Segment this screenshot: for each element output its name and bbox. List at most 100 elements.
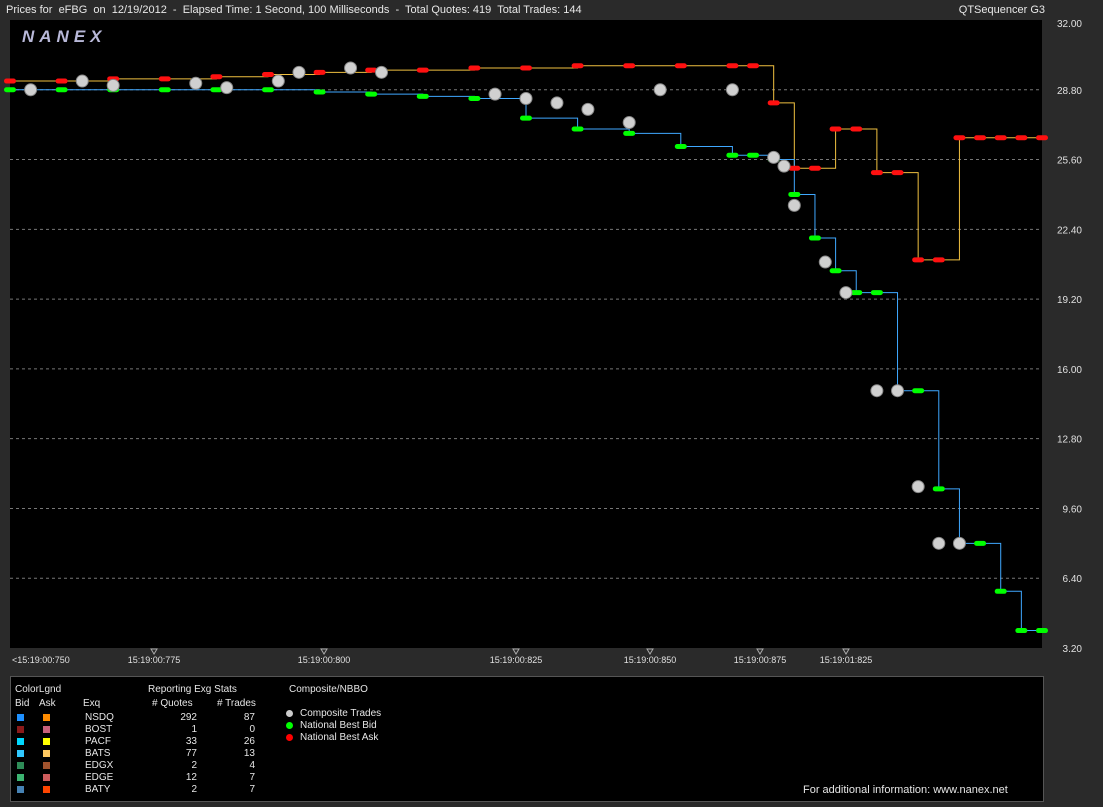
composite-title: Composite/NBBO xyxy=(289,684,368,695)
trade-point xyxy=(189,76,203,90)
footer-link[interactable]: For additional information: www.nanex.ne… xyxy=(803,784,1008,796)
bid-point xyxy=(1015,628,1028,634)
trade-point xyxy=(519,92,533,105)
exchange-trades: 7 xyxy=(249,784,255,795)
exchange-trades: 26 xyxy=(243,736,255,747)
ask-color-swatch xyxy=(43,786,50,793)
trade-point xyxy=(220,81,234,95)
exchange-quotes: 77 xyxy=(185,748,197,759)
color-legend-title: ColorLgnd xyxy=(15,684,62,695)
x-tick-marker xyxy=(756,648,764,655)
exchange-name: EDGE xyxy=(85,772,114,783)
bid-point xyxy=(726,152,739,158)
y-tick-label: 19.20 xyxy=(1057,295,1082,306)
bid-point xyxy=(571,126,584,132)
bid-point xyxy=(55,87,68,93)
composite-legend-label: National Best Ask xyxy=(300,732,379,743)
ask-point xyxy=(1036,135,1048,141)
ask-color-swatch xyxy=(43,738,50,745)
x-tick-label: 15:19:00:875 xyxy=(734,655,787,665)
trade-point xyxy=(344,61,358,75)
composite-legend-label: National Best Bid xyxy=(300,720,377,731)
x-tick-marker xyxy=(150,648,158,655)
x-tick-label: 15:19:00:800 xyxy=(298,655,351,665)
trade-point xyxy=(839,286,853,300)
bid-point xyxy=(747,152,760,158)
trade-point xyxy=(550,96,564,110)
y-tick-label: 22.40 xyxy=(1057,225,1082,236)
nanex-logo: NANEX xyxy=(22,27,107,46)
trades-column-header: # Trades xyxy=(217,698,256,709)
bid-column-header: Bid xyxy=(15,698,30,709)
x-tick-marker xyxy=(842,648,850,655)
ask-point xyxy=(210,74,223,80)
trade-point xyxy=(787,198,801,212)
ask-point xyxy=(974,135,987,141)
ask-point xyxy=(953,135,966,141)
bid-color-swatch xyxy=(17,726,24,733)
ask-color-swatch xyxy=(43,774,50,781)
exchange-trades: 87 xyxy=(243,712,255,723)
ask-point xyxy=(571,63,584,69)
bid-point xyxy=(932,486,945,492)
ask-point xyxy=(850,126,863,132)
exchange-trades: 0 xyxy=(249,724,255,735)
composite-legend-marker xyxy=(286,722,293,729)
trade-point xyxy=(911,480,925,494)
exchange-quotes: 2 xyxy=(191,760,197,771)
trade-point xyxy=(375,65,389,79)
x-tick-label: 15:19:01:825 xyxy=(820,655,873,665)
bid-color-swatch xyxy=(17,750,24,757)
ask-point xyxy=(932,257,945,263)
y-tick-label: 32.00 xyxy=(1057,19,1082,30)
trade-point xyxy=(488,87,502,101)
ask-point xyxy=(416,67,429,73)
trade-point xyxy=(891,384,905,398)
y-tick-label: 6.40 xyxy=(1063,574,1083,585)
composite-legend-marker xyxy=(286,710,293,717)
exchange-name: BATS xyxy=(85,748,111,759)
bid-point xyxy=(262,87,274,93)
composite-legend-label: Composite Trades xyxy=(300,708,382,719)
exchange-quotes: 33 xyxy=(185,736,197,747)
ask-point xyxy=(4,78,16,84)
bid-point xyxy=(1036,628,1048,634)
x-tick-marker xyxy=(646,648,654,655)
ask-point xyxy=(747,63,760,69)
bid-point xyxy=(520,115,532,121)
trade-point xyxy=(777,159,791,173)
price-chart: NANEX 32.00 28.80 25.60 22.40 19.20 16.00 12.8… xyxy=(4,19,1083,665)
ask-point xyxy=(468,65,481,71)
x-tick-label: 15:19:00:825 xyxy=(490,655,543,665)
ask-point xyxy=(55,78,68,84)
app-window: Prices for eFBG on 12/19/2012 - Elapsed … xyxy=(0,0,1103,807)
exq-column-header: Exq xyxy=(83,698,101,709)
ask-color-swatch xyxy=(43,726,50,733)
trade-point xyxy=(952,536,966,550)
ask-point xyxy=(623,63,636,69)
bid-color-swatch xyxy=(17,774,24,781)
bid-point xyxy=(4,87,16,93)
y-tick-label: 25.60 xyxy=(1057,156,1082,167)
bid-color-swatch xyxy=(17,738,24,745)
bid-color-swatch xyxy=(17,714,24,721)
ask-point xyxy=(520,65,532,71)
x-tick-marker xyxy=(320,648,328,655)
ask-point xyxy=(912,257,925,263)
trade-point xyxy=(767,150,781,164)
ask-point xyxy=(262,72,274,78)
stats-title: Reporting Exg Stats xyxy=(148,684,237,695)
exchange-name: EDGX xyxy=(85,760,114,771)
ask-point xyxy=(674,63,687,69)
x-tick-label: 15:19:00:775 xyxy=(128,655,181,665)
trade-point xyxy=(581,102,595,116)
ask-point xyxy=(829,126,842,132)
trade-point xyxy=(24,83,38,97)
bid-point xyxy=(468,96,481,101)
ask-color-swatch xyxy=(43,750,50,757)
bid-point xyxy=(994,588,1007,594)
bid-color-swatch xyxy=(17,762,24,769)
ask-point xyxy=(891,170,904,176)
composite-legend-marker xyxy=(286,734,293,741)
bid-point xyxy=(674,143,687,149)
